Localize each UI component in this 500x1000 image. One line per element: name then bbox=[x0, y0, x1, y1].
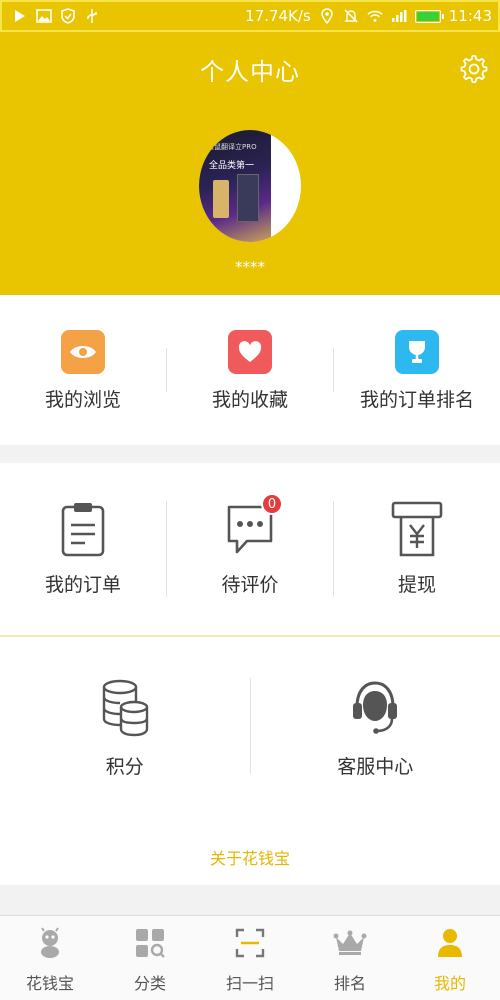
pending-review-button[interactable]: 0 待评价 bbox=[167, 463, 333, 635]
nav-mine[interactable]: 我的 bbox=[400, 916, 500, 1000]
gear-icon bbox=[460, 55, 488, 83]
avatar[interactable]: 松鼠翻译立PRO 全品类第一 bbox=[199, 130, 301, 242]
quick-link-order-ranking[interactable]: 我的订单排名 bbox=[334, 295, 500, 445]
customer-service-label: 客服中心 bbox=[337, 756, 414, 778]
nav-label: 排名 bbox=[333, 974, 366, 993]
category-icon bbox=[133, 926, 167, 960]
profile-section: 松鼠翻译立PRO 全品类第一 **** bbox=[0, 106, 500, 295]
status-bar: 17.74K/s 11:43 bbox=[0, 0, 500, 32]
user-icon bbox=[433, 926, 467, 960]
nav-label: 我的 bbox=[433, 974, 466, 993]
customer-service-button[interactable]: 客服中心 bbox=[251, 637, 500, 815]
order-section: 我的订单 0 待评价 提现 bbox=[0, 463, 500, 635]
quick-link-label: 我的订单排名 bbox=[359, 389, 474, 411]
points-label: 积分 bbox=[105, 756, 144, 778]
shield-icon bbox=[60, 8, 76, 24]
quick-links-section: 我的浏览 我的收藏 我的订单排名 bbox=[0, 295, 500, 445]
mute-icon bbox=[343, 8, 359, 24]
nav-ranking[interactable]: 排名 bbox=[300, 916, 400, 1000]
crown-icon bbox=[333, 926, 367, 960]
points-button[interactable]: 积分 bbox=[0, 637, 250, 815]
header: 个人中心 bbox=[0, 32, 500, 106]
quick-link-favorites[interactable]: 我的收藏 bbox=[167, 295, 333, 445]
nav-category[interactable]: 分类 bbox=[100, 916, 200, 1000]
bottom-nav: 花钱宝 分类 扫一扫 排名 我的 bbox=[0, 915, 500, 1000]
coins-icon bbox=[102, 679, 148, 737]
nav-label: 分类 bbox=[133, 974, 166, 993]
withdraw-button[interactable]: 提现 bbox=[334, 463, 500, 635]
clock: 11:43 bbox=[448, 7, 492, 25]
trophy-icon bbox=[395, 330, 439, 374]
quick-link-label: 我的收藏 bbox=[211, 389, 288, 411]
avatar-image: 松鼠翻译立PRO 全品类第一 bbox=[199, 130, 271, 242]
signal-icon bbox=[391, 8, 407, 24]
quick-link-browse[interactable]: 我的浏览 bbox=[0, 295, 166, 445]
play-icon bbox=[12, 8, 28, 24]
image-icon bbox=[36, 8, 52, 24]
service-section: 积分 客服中心 bbox=[0, 637, 500, 815]
usb-icon bbox=[84, 8, 100, 24]
nav-scan[interactable]: 扫一扫 bbox=[200, 916, 300, 1000]
pending-review-label: 待评价 bbox=[221, 574, 279, 596]
clipboard-icon bbox=[61, 503, 105, 557]
withdraw-icon bbox=[391, 501, 443, 557]
username: **** bbox=[235, 258, 265, 276]
location-icon bbox=[319, 8, 335, 24]
mascot-icon bbox=[33, 926, 67, 960]
headset-icon bbox=[353, 681, 398, 734]
about-link[interactable]: 关于花钱宝 bbox=[0, 845, 500, 869]
section-spacer bbox=[0, 445, 500, 463]
battery-icon bbox=[414, 9, 444, 23]
quick-link-label: 我的浏览 bbox=[44, 389, 121, 411]
page-title: 个人中心 bbox=[200, 57, 300, 86]
battery-fill bbox=[416, 11, 439, 21]
nav-label: 扫一扫 bbox=[225, 974, 274, 993]
section-spacer bbox=[0, 885, 500, 915]
scan-icon bbox=[233, 926, 267, 960]
eye-icon bbox=[61, 330, 105, 374]
wifi-icon bbox=[367, 8, 383, 24]
heart-icon bbox=[228, 330, 272, 374]
settings-button[interactable] bbox=[458, 53, 490, 85]
unread-badge: 0 bbox=[261, 493, 283, 515]
network-speed: 17.74K/s bbox=[245, 7, 311, 25]
withdraw-label: 提现 bbox=[397, 574, 436, 596]
nav-label: 花钱宝 bbox=[25, 974, 74, 993]
my-orders-label: 我的订单 bbox=[44, 574, 121, 596]
my-orders-button[interactable]: 我的订单 bbox=[0, 463, 166, 635]
nav-home[interactable]: 花钱宝 bbox=[0, 916, 100, 1000]
